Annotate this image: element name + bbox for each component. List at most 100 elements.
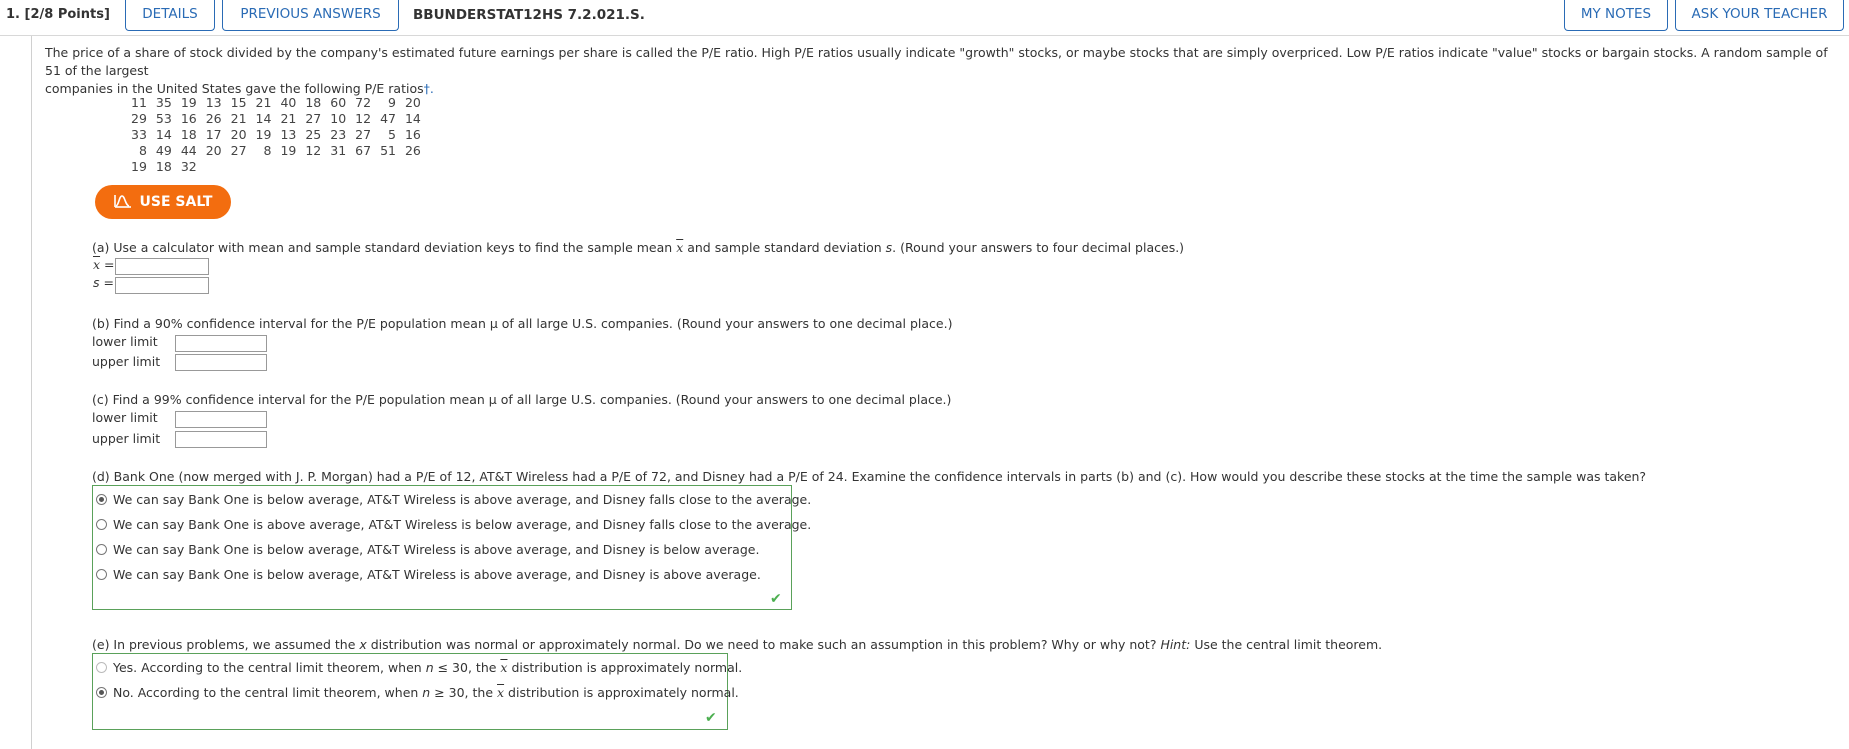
pe-ratio-cell: 27 bbox=[305, 110, 322, 126]
question-id: BBUNDERSTAT12HS 7.2.021.S. bbox=[413, 7, 645, 23]
pe-ratio-cell: 8 bbox=[263, 142, 272, 158]
pe-ratio-cell: 19 bbox=[255, 126, 272, 142]
part-d-option-3[interactable]: We can say Bank One is below average, AT… bbox=[96, 542, 759, 557]
pe-ratio-cell: 20 bbox=[404, 94, 421, 110]
pe-ratio-cell: 10 bbox=[330, 110, 347, 126]
radio-icon[interactable] bbox=[96, 544, 107, 555]
problem-intro: The price of a share of stock divided by… bbox=[45, 45, 1828, 96]
pe-ratio-cell: 12 bbox=[355, 110, 372, 126]
details-button[interactable]: DETAILS bbox=[125, 0, 215, 31]
pe-ratio-cell: 20 bbox=[205, 142, 222, 158]
pe-ratio-cell: 13 bbox=[280, 126, 297, 142]
pe-ratio-cell: 18 bbox=[180, 126, 197, 142]
left-divider bbox=[31, 36, 32, 749]
pe-ratio-cell: 25 bbox=[305, 126, 322, 142]
part-a-prompt: (a) Use a calculator with mean and sampl… bbox=[92, 240, 1185, 255]
pe-ratio-cell: 9 bbox=[388, 94, 396, 110]
part-b-lower-input[interactable] bbox=[175, 335, 267, 352]
part-b-upper-input[interactable] bbox=[175, 354, 267, 371]
pe-ratio-cell: 53 bbox=[155, 110, 172, 126]
pe-ratio-row: 11 35 19 13 15 21 40 18 60 72 9 20 bbox=[131, 94, 421, 110]
pe-ratio-cell: 8 bbox=[138, 142, 147, 158]
footnote-dagger-link[interactable]: †. bbox=[424, 81, 434, 96]
pe-ratio-cell: 14 bbox=[255, 110, 272, 126]
pe-ratio-cell: 26 bbox=[205, 110, 222, 126]
pe-ratio-cell: 19 bbox=[280, 142, 297, 158]
correct-check-icon: ✔ bbox=[705, 710, 717, 726]
salt-chart-icon bbox=[113, 187, 132, 221]
part-e-option-2[interactable]: No. According to the central limit theor… bbox=[96, 685, 739, 700]
pe-ratio-cell: 19 bbox=[131, 158, 147, 174]
previous-answers-button[interactable]: PREVIOUS ANSWERS bbox=[222, 0, 399, 31]
pe-ratio-row: 33 14 18 17 20 19 13 25 23 27 5 16 bbox=[131, 126, 421, 142]
pe-ratio-table: 11 35 19 13 15 21 40 18 60 72 9 20 29 53 16 26 21 14 21 27 1… bbox=[131, 94, 421, 174]
part-c-upper-input[interactable] bbox=[175, 431, 267, 448]
part-b-lower-label: lower limit bbox=[92, 334, 158, 349]
pe-ratio-row: 8 49 44 20 27 8 19 12 31 67 51 26 bbox=[131, 142, 421, 158]
my-notes-button[interactable]: MY NOTES bbox=[1564, 0, 1668, 31]
correct-check-icon: ✔ bbox=[770, 591, 782, 607]
part-d-prompt: (d) Bank One (now merged with J. P. Morg… bbox=[92, 469, 1647, 484]
pe-ratio-cell: 31 bbox=[330, 142, 347, 158]
part-d-option-1[interactable]: We can say Bank One is below average, AT… bbox=[96, 492, 811, 507]
pe-ratio-cell: 17 bbox=[205, 126, 222, 142]
pe-ratio-cell: 32 bbox=[180, 158, 197, 174]
pe-ratio-row: 29 53 16 26 21 14 21 27 10 12 47 14 bbox=[131, 110, 421, 126]
part-d-option-4[interactable]: We can say Bank One is below average, AT… bbox=[96, 567, 761, 582]
part-c-upper-label: upper limit bbox=[92, 431, 161, 446]
xbar-input[interactable] bbox=[115, 258, 209, 275]
s-input[interactable] bbox=[115, 277, 209, 294]
part-e-prompt: (e) In previous problems, we assumed the… bbox=[92, 637, 1383, 652]
question-number: 1. [2/8 Points] bbox=[6, 7, 110, 22]
pe-ratio-cell: 18 bbox=[155, 158, 172, 174]
pe-ratio-cell: 67 bbox=[355, 142, 372, 158]
part-b-prompt: (b) Find a 90% confidence interval for t… bbox=[92, 316, 953, 331]
pe-ratio-cell: 60 bbox=[330, 94, 347, 110]
pe-ratio-cell: 14 bbox=[155, 126, 172, 142]
pe-ratio-cell: 16 bbox=[404, 126, 421, 142]
use-salt-button[interactable]: USE SALT bbox=[95, 185, 231, 219]
ask-your-teacher-button[interactable]: ASK YOUR TEACHER bbox=[1675, 0, 1844, 31]
radio-icon[interactable] bbox=[96, 662, 107, 673]
part-c-prompt: (c) Find a 99% confidence interval for t… bbox=[92, 392, 952, 407]
radio-selected-icon[interactable] bbox=[96, 687, 107, 698]
xbar-label: x = bbox=[93, 257, 115, 272]
question-header: 1. [2/8 Points] DETAILS PREVIOUS ANSWERS… bbox=[0, 0, 1849, 36]
pe-ratio-cell: 51 bbox=[380, 142, 396, 158]
pe-ratio-cell: 13 bbox=[205, 94, 222, 110]
radio-selected-icon[interactable] bbox=[96, 494, 107, 505]
pe-ratio-cell: 21 bbox=[280, 110, 297, 126]
pe-ratio-cell: 27 bbox=[355, 126, 372, 142]
pe-ratio-cell: 16 bbox=[180, 110, 197, 126]
pe-ratio-cell: 15 bbox=[230, 94, 247, 110]
pe-ratio-cell: 29 bbox=[131, 110, 147, 126]
pe-ratio-cell: 21 bbox=[255, 94, 272, 110]
question-body: The price of a share of stock divided by… bbox=[45, 44, 1835, 730]
part-b-upper-label: upper limit bbox=[92, 354, 161, 369]
pe-ratio-row: 19 18 32 bbox=[131, 158, 421, 174]
pe-ratio-cell: 11 bbox=[131, 94, 147, 110]
radio-icon[interactable] bbox=[96, 569, 107, 580]
pe-ratio-cell: 27 bbox=[230, 142, 247, 158]
pe-ratio-cell: 5 bbox=[388, 126, 396, 142]
pe-ratio-cell: 40 bbox=[280, 94, 297, 110]
pe-ratio-cell: 44 bbox=[180, 142, 197, 158]
radio-icon[interactable] bbox=[96, 519, 107, 530]
pe-ratio-cell: 72 bbox=[355, 94, 372, 110]
pe-ratio-cell: 47 bbox=[380, 110, 396, 126]
pe-ratio-cell: 12 bbox=[305, 142, 322, 158]
pe-ratio-cell: 19 bbox=[180, 94, 197, 110]
pe-ratio-cell: 35 bbox=[155, 94, 172, 110]
pe-ratio-cell: 18 bbox=[305, 94, 322, 110]
part-d-option-2[interactable]: We can say Bank One is above average, AT… bbox=[96, 517, 811, 532]
pe-ratio-cell: 20 bbox=[230, 126, 247, 142]
part-e-option-1[interactable]: Yes. According to the central limit theo… bbox=[96, 660, 742, 675]
pe-ratio-cell: 26 bbox=[404, 142, 421, 158]
part-c-lower-label: lower limit bbox=[92, 410, 158, 425]
pe-ratio-cell: 14 bbox=[404, 110, 421, 126]
part-c-lower-input[interactable] bbox=[175, 411, 267, 428]
pe-ratio-cell: 23 bbox=[330, 126, 347, 142]
s-label: s = bbox=[93, 275, 114, 290]
points-label: [2/8 Points] bbox=[24, 7, 110, 22]
pe-ratio-cell: 49 bbox=[155, 142, 172, 158]
